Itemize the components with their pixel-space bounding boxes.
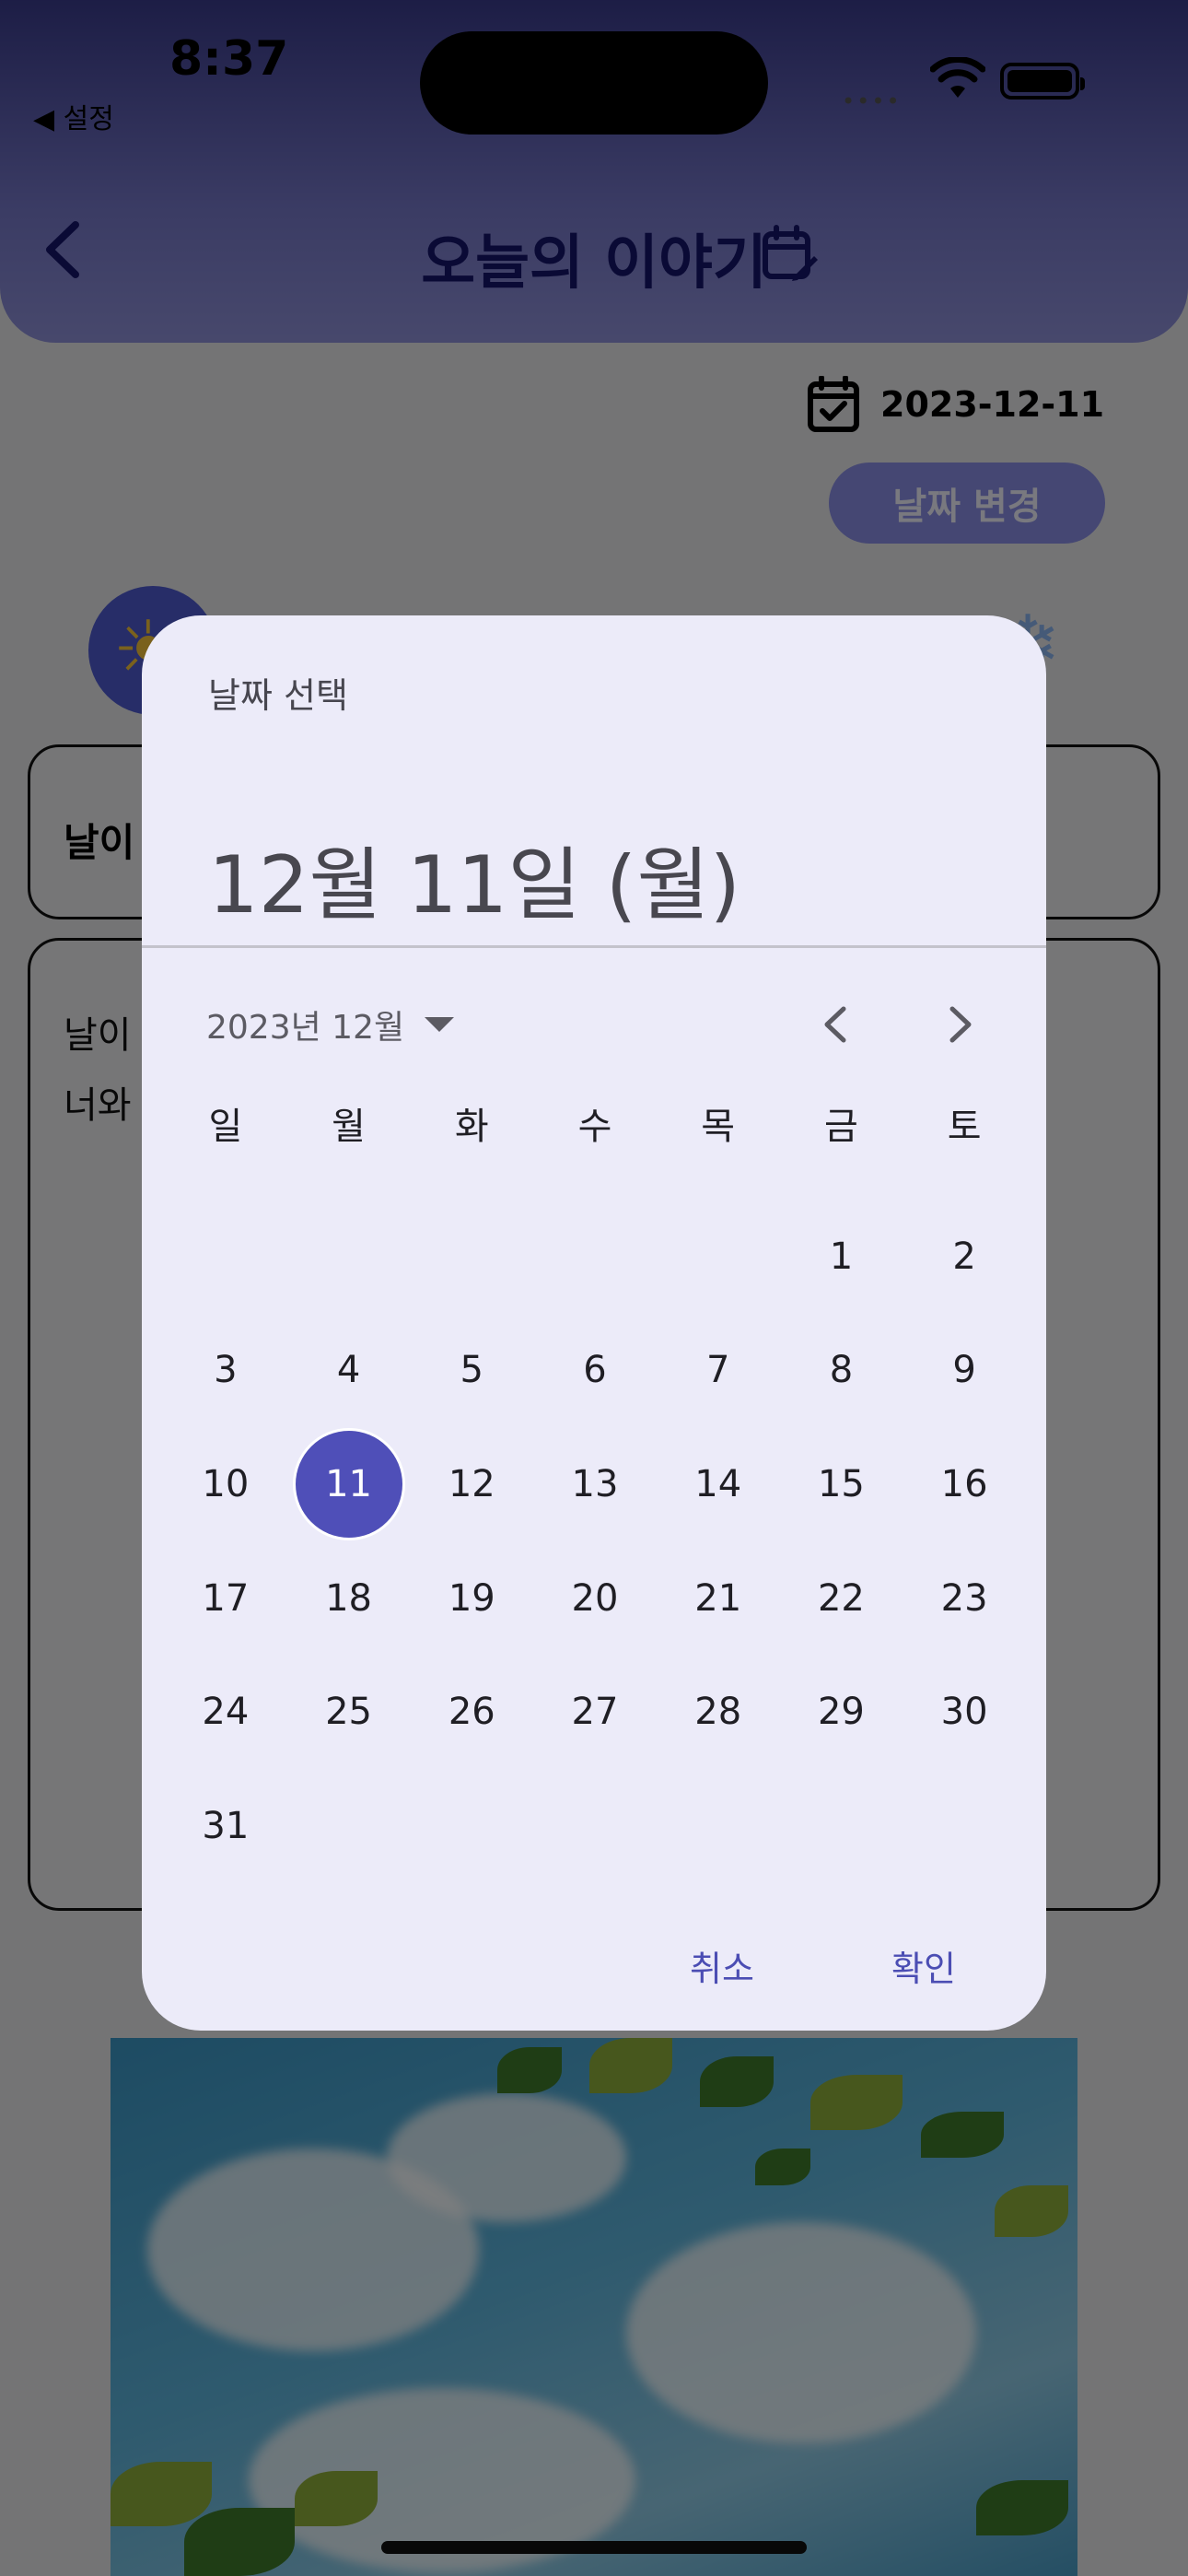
day-cell[interactable]: 12 <box>410 1427 533 1541</box>
day-number: 12 <box>448 1462 495 1505</box>
day-number: 29 <box>817 1691 865 1734</box>
day-number: 16 <box>940 1462 988 1505</box>
previous-month-button[interactable] <box>799 988 873 1061</box>
day-number: 9 <box>952 1349 976 1392</box>
cancel-button[interactable]: 취소 <box>667 1924 777 2007</box>
confirm-button[interactable]: 확인 <box>864 1924 984 2007</box>
month-year-label: 2023년 12월 <box>206 1009 405 1047</box>
day-cell[interactable]: 25 <box>287 1655 411 1769</box>
day-cell[interactable]: 4 <box>287 1314 411 1428</box>
day-cell[interactable]: 20 <box>533 1541 657 1656</box>
date-picker-dialog: 날짜 선택 12월 11일 (월) 2023년 12월 일 월 화 수 목 금 … <box>142 615 1046 2031</box>
chevron-right-icon <box>949 1006 972 1043</box>
day-cell[interactable]: 30 <box>903 1655 1026 1769</box>
weekday-label: 금 <box>824 1106 858 1148</box>
day-cell[interactable]: 31 <box>164 1769 287 1883</box>
weekday-label: 수 <box>577 1106 612 1148</box>
day-cell[interactable]: 15 <box>780 1427 903 1541</box>
day-number: 18 <box>325 1576 373 1620</box>
picker-label: 날짜 선택 <box>208 675 348 716</box>
day-number: 19 <box>448 1576 495 1620</box>
day-number: 30 <box>940 1691 988 1734</box>
day-cell[interactable]: 24 <box>164 1655 287 1769</box>
day-number: 28 <box>694 1691 742 1734</box>
day-number: 17 <box>202 1576 250 1620</box>
day-cell[interactable]: 22 <box>780 1541 903 1656</box>
day-number: 23 <box>940 1576 988 1620</box>
day-number: 4 <box>336 1349 361 1392</box>
day-cell[interactable]: 5 <box>410 1314 533 1428</box>
day-cell[interactable]: 16 <box>903 1427 1026 1541</box>
caret-down-icon <box>425 1017 455 1032</box>
weekday-header: 일 월 화 수 목 금 토 <box>164 1087 1026 1159</box>
day-number: 14 <box>694 1462 742 1505</box>
day-cell[interactable]: 27 <box>533 1655 657 1769</box>
day-number: 3 <box>214 1349 238 1392</box>
selected-date-headline: 12월 11일 (월) <box>208 839 741 931</box>
day-number: 6 <box>583 1349 607 1392</box>
day-cell[interactable]: 10 <box>164 1427 287 1541</box>
day-number: 26 <box>448 1691 495 1734</box>
weekday-label: 토 <box>947 1106 982 1148</box>
day-number: 10 <box>202 1462 250 1505</box>
day-cell[interactable]: 18 <box>287 1541 411 1656</box>
day-cell[interactable]: 28 <box>657 1655 780 1769</box>
day-cell[interactable]: 3 <box>164 1314 287 1428</box>
day-grid: 1 2 3 4 5 6 7 8 9 10 11 12 13 14 15 16 17 18 19 20 21 22 23 24 2… <box>164 1200 1026 1883</box>
day-number: 8 <box>829 1349 854 1392</box>
day-cell[interactable]: 29 <box>780 1655 903 1769</box>
day-number: 13 <box>571 1462 619 1505</box>
day-number: 25 <box>325 1691 373 1734</box>
day-number: 11 <box>295 1430 402 1538</box>
day-cell[interactable]: 7 <box>657 1314 780 1428</box>
day-number: 2 <box>952 1235 976 1278</box>
day-number: 20 <box>571 1576 619 1620</box>
day-cell[interactable]: 1 <box>780 1200 903 1314</box>
day-cell[interactable]: 9 <box>903 1314 1026 1428</box>
day-cell[interactable]: 13 <box>533 1427 657 1541</box>
day-number: 21 <box>694 1576 742 1620</box>
weekday-label: 화 <box>454 1106 489 1148</box>
weekday-label: 일 <box>208 1106 243 1148</box>
weekday-label: 목 <box>701 1106 736 1148</box>
picker-divider <box>142 945 1046 948</box>
day-cell[interactable]: 8 <box>780 1314 903 1428</box>
day-cell[interactable]: 21 <box>657 1541 780 1656</box>
day-number: 24 <box>202 1691 250 1734</box>
day-number: 15 <box>817 1462 865 1505</box>
day-number: 1 <box>829 1235 854 1278</box>
day-number: 27 <box>571 1691 619 1734</box>
dialog-actions: 취소 확인 <box>142 1924 1046 2007</box>
day-number: 22 <box>817 1576 865 1620</box>
day-cell[interactable]: 2 <box>903 1200 1026 1314</box>
weekday-label: 월 <box>332 1106 366 1148</box>
next-month-button[interactable] <box>923 988 996 1061</box>
day-cell-selected[interactable]: 11 <box>287 1427 411 1541</box>
day-cell[interactable]: 17 <box>164 1541 287 1656</box>
month-year-selector[interactable]: 2023년 12월 <box>206 988 455 1061</box>
chevron-left-icon <box>824 1006 846 1043</box>
day-number: 5 <box>460 1349 483 1392</box>
day-cell[interactable]: 14 <box>657 1427 780 1541</box>
day-cell[interactable]: 19 <box>410 1541 533 1656</box>
day-cell[interactable]: 26 <box>410 1655 533 1769</box>
day-number: 7 <box>705 1349 730 1392</box>
day-cell[interactable]: 6 <box>533 1314 657 1428</box>
day-cell[interactable]: 23 <box>903 1541 1026 1656</box>
day-number: 31 <box>202 1804 250 1847</box>
